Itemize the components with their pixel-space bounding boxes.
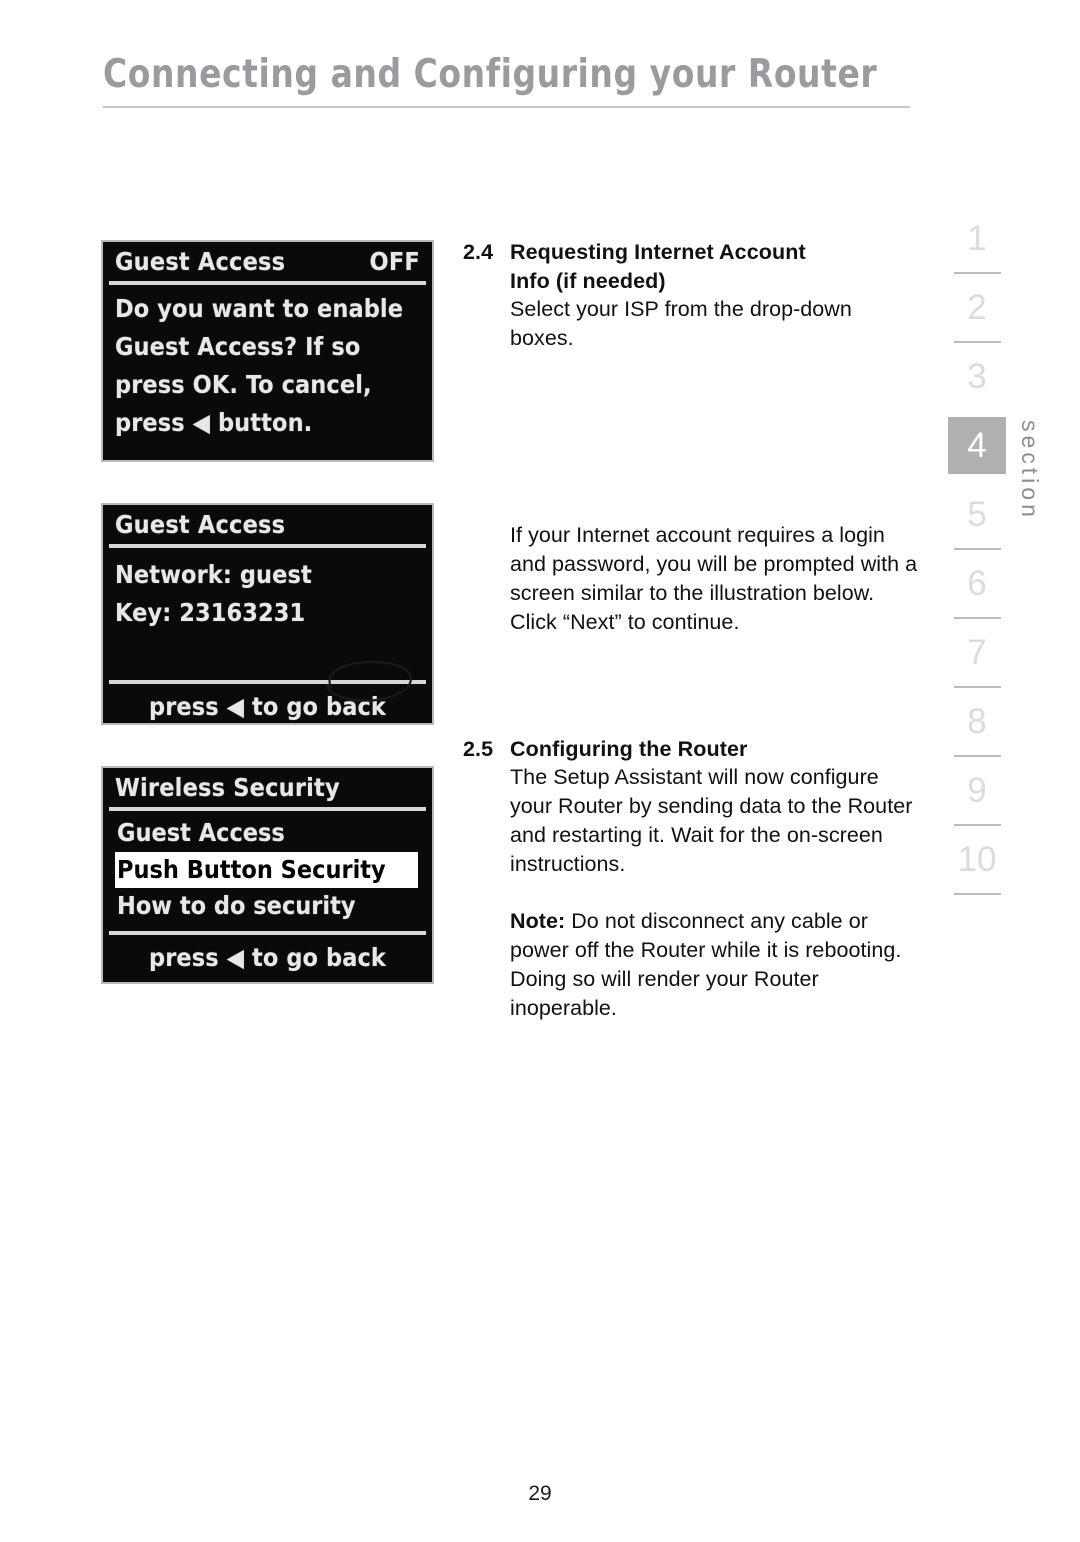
lcd-titlebar: Wireless Security — [103, 768, 432, 805]
lcd-status-value: OFF — [369, 247, 420, 276]
section-heading-line2: Info (if needed) — [510, 268, 666, 293]
lcd-screen-guest-access-info: Guest Access Network: guest Key: 2316323… — [101, 503, 434, 725]
lcd-title: Wireless Security — [115, 773, 340, 802]
lcd-footer-text: press ◀ to go back — [149, 942, 386, 972]
section-index-item-10[interactable]: 10 — [948, 831, 1006, 888]
lcd-footer-text: press ◀ to go back — [149, 692, 386, 721]
lcd-title: Guest Access — [115, 247, 286, 276]
section-index-separator — [953, 755, 1001, 757]
note-label: Note: — [510, 908, 566, 933]
lcd-menu-item-guest-access: Guest Access — [117, 818, 285, 847]
lcd-titlebar: Guest Access OFF — [103, 242, 432, 279]
section-index-item-1[interactable]: 1 — [948, 210, 1006, 267]
lcd-body: Do you want to enable Guest Access? If s… — [103, 285, 432, 446]
section-index-item-8[interactable]: 8 — [948, 693, 1006, 750]
lcd-body: Network: guest Key: 23163231 — [103, 548, 432, 678]
section-number: 2.4 — [463, 240, 494, 264]
page-number: 29 — [528, 1482, 552, 1505]
section-index-item-6[interactable]: 6 — [948, 555, 1006, 612]
lcd-screen-wireless-security-menu: Wireless Security Guest Access Push Butt… — [101, 766, 434, 984]
lcd-text-line: press ◀ button. — [115, 408, 313, 437]
lcd-text-line: press OK. To cancel, — [115, 370, 372, 399]
body-text-column: 2.4 Requesting Internet Account Info (if… — [463, 238, 918, 1022]
section-index-separator — [953, 341, 1001, 343]
page-title: Connecting and Configuring your Router — [103, 52, 878, 97]
section-index-separator — [954, 479, 1001, 481]
header-rule — [103, 106, 910, 108]
lcd-menu-item-push-button-security: Push Button Security — [115, 851, 418, 888]
section-heading-line1: Requesting Internet Account — [510, 240, 806, 264]
lcd-menu-item-how-to-do-security: How to do security — [117, 891, 356, 920]
section-body-2-4: Select your ISP from the drop-down boxes… — [510, 297, 852, 351]
section-index-item-7[interactable]: 7 — [948, 624, 1006, 681]
lcd-screen-guest-access-prompt: Guest Access OFF Do you want to enable G… — [101, 240, 434, 462]
section-body-2-5: The Setup Assistant will now configure y… — [510, 765, 913, 876]
section-index: 1 2 3 4 5 6 7 8 9 10 — [948, 210, 1006, 900]
lcd-menu-list: Guest Access Push Button Security How to… — [103, 811, 432, 929]
lcd-network-line: Network: guest — [115, 560, 312, 589]
section-heading-line1: Configuring the Router — [510, 736, 748, 761]
lcd-screenshot-column: Guest Access OFF Do you want to enable G… — [101, 240, 434, 984]
section-index-item-9[interactable]: 9 — [948, 762, 1006, 819]
lcd-footer: press ◀ to go back — [103, 684, 432, 723]
section-index-separator — [953, 824, 1001, 826]
section-index-separator — [953, 686, 1001, 688]
section-index-separator — [953, 893, 1001, 895]
lcd-footer: press ◀ to go back — [103, 935, 432, 983]
section-index-item-5[interactable]: 5 — [948, 486, 1006, 543]
note-text: Do not disconnect any cable or power off… — [510, 908, 902, 1020]
paragraph-internet-account: If your Internet account requires a logi… — [510, 523, 918, 634]
section-index-label: section — [1017, 420, 1043, 521]
lcd-key-line: Key: 23163231 — [115, 598, 306, 627]
section-heading-2-5: 2.5 Configuring the Router — [463, 735, 918, 764]
section-index-item-2[interactable]: 2 — [948, 279, 1006, 336]
section-index-separator — [953, 272, 1001, 274]
section-index-item-4[interactable]: 4 — [948, 417, 1006, 474]
section-index-separator — [953, 617, 1001, 619]
section-index-separator — [953, 548, 1001, 550]
lcd-text-line: Do you want to enable — [115, 294, 404, 323]
page-header: Connecting and Configuring your Router — [103, 55, 913, 108]
lcd-title: Guest Access — [115, 510, 286, 539]
section-number: 2.5 — [463, 736, 494, 761]
section-index-separator — [954, 410, 1001, 412]
section-index-item-3[interactable]: 3 — [948, 348, 1006, 405]
lcd-titlebar: Guest Access — [103, 505, 432, 542]
section-heading-2-4: 2.4 Requesting Internet Account Info (if… — [463, 238, 918, 295]
paragraph-note: Note: Do not disconnect any cable or pow… — [510, 907, 918, 1023]
lcd-text-line: Guest Access? If so — [115, 332, 361, 361]
